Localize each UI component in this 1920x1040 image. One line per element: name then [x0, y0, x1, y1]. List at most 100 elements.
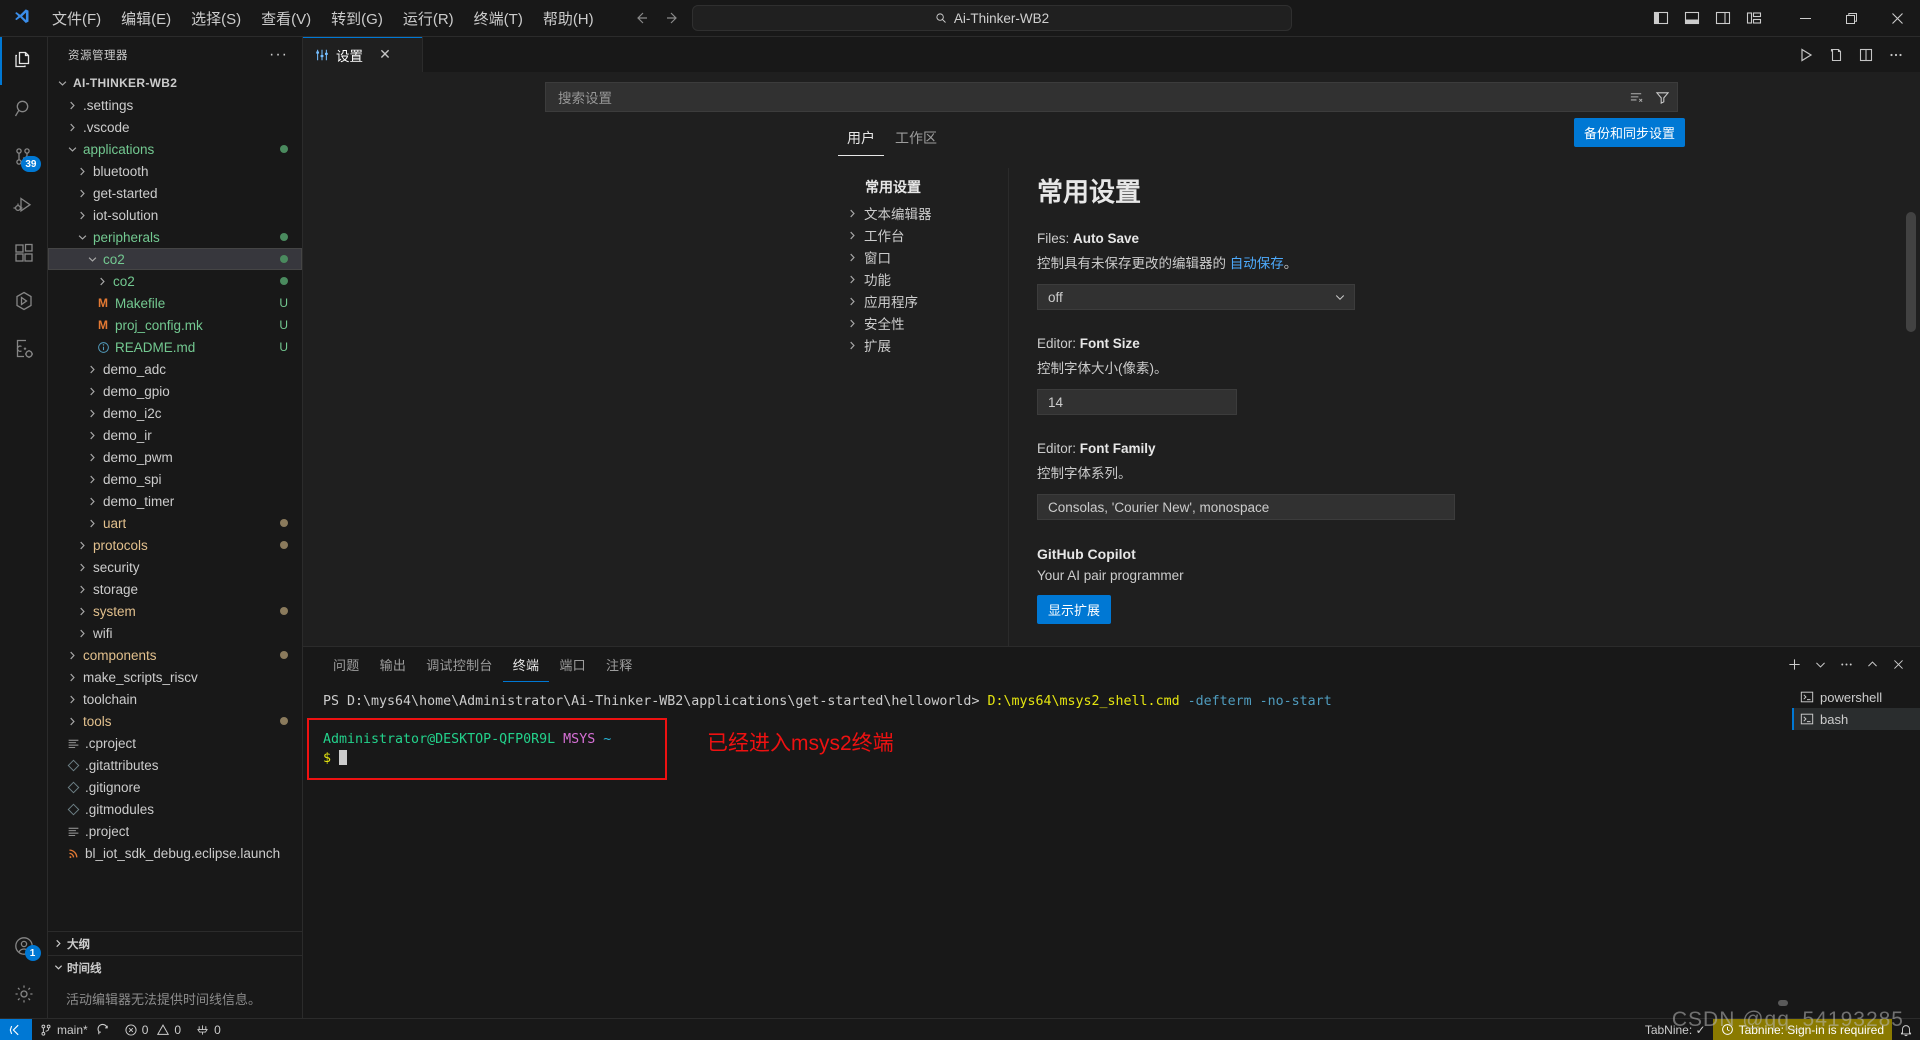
auto-save-select[interactable]: off [1037, 284, 1355, 310]
chevron-right-icon[interactable] [64, 717, 80, 726]
chevron-right-icon[interactable] [74, 189, 90, 198]
settings-scrollbar[interactable] [1906, 212, 1916, 332]
backup-and-sync-button[interactable]: 备份和同步设置 [1573, 118, 1685, 147]
tree-item-get-started[interactable]: get-started [48, 182, 302, 204]
panel-tab-comments[interactable]: 注释 [596, 647, 643, 682]
chevron-right-icon[interactable] [74, 607, 90, 616]
tree-item-.gitattributes[interactable]: .gitattributes [48, 754, 302, 776]
status-ports[interactable]: 0 [188, 1019, 228, 1040]
chevron-down-icon[interactable] [54, 79, 70, 88]
panel-tab-terminal[interactable]: 终端 [502, 647, 550, 682]
toc-item-工作台[interactable]: 工作台 [838, 224, 1008, 246]
tree-item-demo_ir[interactable]: demo_ir [48, 424, 302, 446]
filter-icon[interactable] [1651, 86, 1673, 108]
settings-search-box[interactable]: 搜索设置 [545, 82, 1678, 112]
panel-tab-debug-console[interactable]: 调试控制台 [416, 647, 503, 682]
chevron-right-icon[interactable] [84, 475, 100, 484]
font-family-input[interactable]: Consolas, 'Courier New', monospace [1037, 494, 1455, 520]
tree-item-.settings[interactable]: .settings [48, 94, 302, 116]
window-minimize-button[interactable] [1782, 0, 1828, 37]
chevron-right-icon[interactable] [94, 277, 110, 286]
terminal-view[interactable]: PS D:\mys64\home\Administrator\Ai-Thinke… [303, 682, 1792, 1018]
panel-tab-ports[interactable]: 端口 [549, 647, 596, 682]
activitybar-item-remote-explorer[interactable] [0, 277, 48, 325]
window-close-button[interactable] [1874, 0, 1920, 37]
customize-layout-icon[interactable] [1740, 5, 1768, 31]
tree-item-demo_timer[interactable]: demo_timer [48, 490, 302, 512]
tree-item-system[interactable]: system [48, 600, 302, 622]
menu-file[interactable]: 文件(F) [42, 0, 111, 36]
tree-item-demo_i2c[interactable]: demo_i2c [48, 402, 302, 424]
activitybar-item-cpp-config[interactable] [0, 325, 48, 373]
panel-tab-problems[interactable]: 问题 [323, 647, 370, 682]
tree-item-README.md[interactable]: README.md U [48, 336, 302, 358]
chevron-down-icon[interactable] [84, 255, 100, 264]
activitybar-item-accounts[interactable]: 1 [0, 922, 48, 970]
panel-more-icon[interactable] [1834, 653, 1858, 677]
activitybar-item-manage[interactable] [0, 970, 48, 1018]
chevron-right-icon[interactable] [84, 453, 100, 462]
chevron-right-icon[interactable] [74, 629, 90, 638]
chevron-right-icon[interactable] [64, 101, 80, 110]
chevron-right-icon[interactable] [74, 167, 90, 176]
tree-item-storage[interactable]: storage [48, 578, 302, 600]
chevron-right-icon[interactable] [74, 563, 90, 572]
terminal-item-bash[interactable]: bash [1792, 708, 1920, 730]
terminal-item-powershell[interactable]: powershell [1792, 686, 1920, 708]
tree-item-co2[interactable]: co2 [48, 270, 302, 292]
tree-item-.project[interactable]: .project [48, 820, 302, 842]
tree-root-AI-THINKER-WB2[interactable]: AI-THINKER-WB2 [48, 72, 302, 94]
sidebar-more-icon[interactable]: ··· [263, 46, 294, 64]
show-extension-button[interactable]: 显示扩展 [1037, 595, 1112, 624]
toc-item-应用程序[interactable]: 应用程序 [838, 290, 1008, 312]
panel-tab-output[interactable]: 输出 [370, 647, 417, 682]
primary-sidebar-toggle-icon[interactable] [1647, 5, 1675, 31]
panel-maximize-icon[interactable] [1860, 653, 1884, 677]
tab-user-settings[interactable]: 用户 [838, 124, 884, 156]
activitybar-item-extensions[interactable] [0, 229, 48, 277]
toc-item-文本编辑器[interactable]: 文本编辑器 [838, 202, 1008, 224]
tree-item-uart[interactable]: uart [48, 512, 302, 534]
chevron-right-icon[interactable] [64, 123, 80, 132]
toc-item-扩展[interactable]: 扩展 [838, 334, 1008, 356]
panel-toggle-icon[interactable] [1678, 5, 1706, 31]
tree-item-.gitmodules[interactable]: .gitmodules [48, 798, 302, 820]
chevron-right-icon[interactable] [84, 519, 100, 528]
tab-settings[interactable]: 设置 ✕ [303, 37, 423, 72]
tree-item-applications[interactable]: applications [48, 138, 302, 160]
more-actions-icon[interactable] [1882, 41, 1910, 69]
tree-item-.cproject[interactable]: .cproject [48, 732, 302, 754]
chevron-right-icon[interactable] [84, 431, 100, 440]
timeline-section-header[interactable]: 时间线 [48, 955, 302, 979]
tree-item-wifi[interactable]: wifi [48, 622, 302, 644]
toc-title[interactable]: 常用设置 [838, 174, 1008, 202]
chevron-right-icon[interactable] [64, 695, 80, 704]
chevron-right-icon[interactable] [84, 409, 100, 418]
chevron-right-icon[interactable] [64, 651, 80, 660]
chevron-right-icon[interactable] [74, 211, 90, 220]
tree-item-bl_iot_sdk_debug.eclipse.launch[interactable]: bl_iot_sdk_debug.eclipse.launch [48, 842, 302, 864]
tree-item-peripherals[interactable]: peripherals [48, 226, 302, 248]
navigate-forward-icon[interactable] [660, 5, 686, 31]
toc-item-窗口[interactable]: 窗口 [838, 246, 1008, 268]
menu-view[interactable]: 查看(V) [251, 0, 321, 36]
terminal-scrollbar[interactable] [1778, 1000, 1788, 1006]
font-size-input[interactable]: 14 [1037, 389, 1237, 415]
chevron-right-icon[interactable] [74, 585, 90, 594]
activitybar-item-source-control[interactable]: 39 [0, 133, 48, 181]
chevron-down-icon[interactable] [74, 233, 90, 242]
menu-help[interactable]: 帮助(H) [533, 0, 604, 36]
command-center[interactable]: Ai-Thinker-WB2 [692, 5, 1292, 31]
toc-item-功能[interactable]: 功能 [838, 268, 1008, 290]
chevron-right-icon[interactable] [74, 541, 90, 550]
remote-indicator[interactable] [0, 1018, 32, 1040]
run-icon[interactable] [1792, 41, 1820, 69]
chevron-right-icon[interactable] [84, 365, 100, 374]
activitybar-item-explorer[interactable] [0, 37, 48, 85]
toc-item-安全性[interactable]: 安全性 [838, 312, 1008, 334]
tree-item-security[interactable]: security [48, 556, 302, 578]
chevron-right-icon[interactable] [84, 497, 100, 506]
outline-section-header[interactable]: 大纲 [48, 931, 302, 955]
menu-selection[interactable]: 选择(S) [181, 0, 251, 36]
tree-item-demo_adc[interactable]: demo_adc [48, 358, 302, 380]
